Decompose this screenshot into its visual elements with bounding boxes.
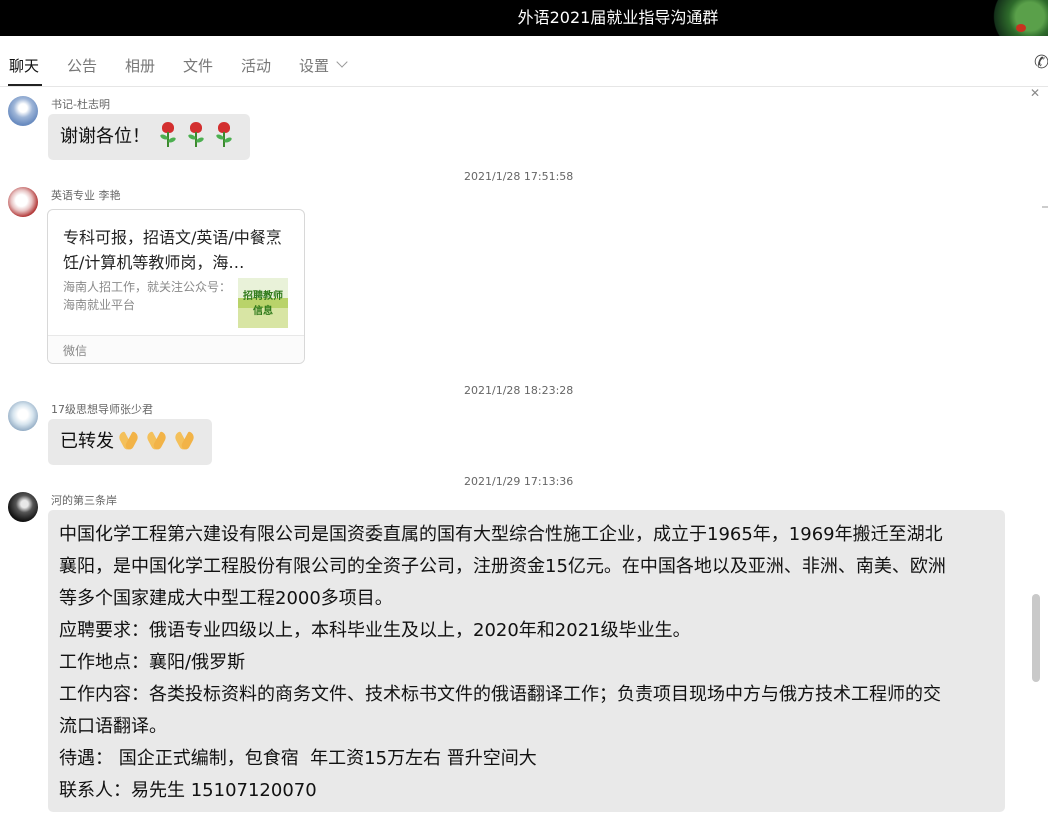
- card-footer: 微信: [48, 335, 304, 363]
- tab-activity[interactable]: 活动: [241, 56, 271, 76]
- tab-chat[interactable]: 聊天: [9, 56, 39, 76]
- tab-bar: 聊天 公告 相册 文件 活动 设置: [0, 36, 1048, 87]
- message-text: 已转发: [60, 431, 114, 452]
- close-icon[interactable]: ✕: [1030, 86, 1040, 100]
- card-thumbnail: 招聘教师信息: [238, 278, 288, 328]
- message-line: 待遇： 国企正式编制，包食宿 年工资15万左右 晋升空间大: [59, 748, 537, 769]
- tab-settings[interactable]: 设置: [299, 56, 329, 76]
- rose-emoji: [158, 122, 178, 148]
- avatar[interactable]: [8, 492, 38, 522]
- panel-edge-divider: [1042, 206, 1048, 208]
- message-timestamp: 2021/1/28 18:23:28: [464, 384, 574, 397]
- pray-emoji: [172, 430, 198, 452]
- sender-name[interactable]: 英语专业 李艳: [51, 189, 121, 203]
- tab-files[interactable]: 文件: [183, 56, 213, 76]
- active-tab-indicator: [8, 84, 42, 86]
- message-timestamp: 2021/1/29 17:13:36: [464, 475, 574, 488]
- message-line: 工作地点：襄阳/俄罗斯: [59, 652, 246, 673]
- message-line: 等多个国家建成大中型工程2000多项目。: [59, 588, 393, 609]
- chat-scrollbar-thumb[interactable]: [1032, 594, 1040, 682]
- card-description: 海南人招工作，就关注公众号：海南就业平台: [63, 280, 232, 312]
- wallpaper-berry-decoration: [1016, 24, 1026, 32]
- thumbnail-caption: 招聘教师信息: [243, 291, 283, 317]
- window-title: 外语2021届就业指导沟通群: [517, 8, 719, 27]
- message-bubble[interactable]: 已转发: [48, 419, 212, 465]
- message-line: 联系人：易先生 15107120070: [59, 780, 317, 801]
- phone-icon[interactable]: ✆: [1034, 52, 1048, 73]
- sender-name[interactable]: 书记-杜志明: [51, 98, 110, 112]
- message-line: 流口语翻译。: [59, 716, 167, 737]
- avatar[interactable]: [8, 96, 38, 126]
- window-titlebar: 外语2021届就业指导沟通群: [0, 0, 1048, 36]
- tab-announcement[interactable]: 公告: [67, 56, 97, 76]
- message-line: 中国化学工程第六建设有限公司是国资委直属的国有大型综合性施工企业，成立于1965…: [59, 524, 943, 545]
- message-timestamp: 2021/1/28 17:51:58: [464, 170, 574, 183]
- link-card[interactable]: 专科可报，招语文/英语/中餐烹饪/计算机等教师岗，海… 海南人招工作，就关注公众…: [47, 209, 305, 364]
- avatar[interactable]: [8, 401, 38, 431]
- message-bubble[interactable]: 中国化学工程第六建设有限公司是国资委直属的国有大型综合性施工企业，成立于1965…: [48, 510, 1005, 812]
- pray-emoji: [116, 430, 142, 452]
- rose-emoji: [186, 122, 206, 148]
- message-line: 工作内容：各类投标资料的商务文件、技术标书文件的俄语翻译工作；负责项目现场中方与…: [59, 684, 941, 705]
- message-bubble[interactable]: 谢谢各位！: [48, 114, 250, 160]
- avatar[interactable]: [8, 187, 38, 217]
- message-line: 应聘要求：俄语专业四级以上，本科毕业生及以上，2020年和2021级毕业生。: [59, 620, 691, 641]
- message-text: 谢谢各位！: [60, 126, 150, 147]
- card-source: 微信: [63, 344, 88, 358]
- tab-album[interactable]: 相册: [125, 56, 155, 76]
- card-title: 专科可报，招语文/英语/中餐烹饪/计算机等教师岗，海…: [63, 228, 282, 272]
- sender-name[interactable]: 河的第三条岸: [51, 494, 117, 508]
- rose-emoji: [214, 122, 234, 148]
- message-line: 襄阳，是中国化学工程股份有限公司的全资子公司，注册资金15亿元。在中国各地以及亚…: [59, 556, 946, 577]
- sender-name[interactable]: 17级思想导师张少君: [51, 403, 153, 417]
- pray-emoji: [144, 430, 170, 452]
